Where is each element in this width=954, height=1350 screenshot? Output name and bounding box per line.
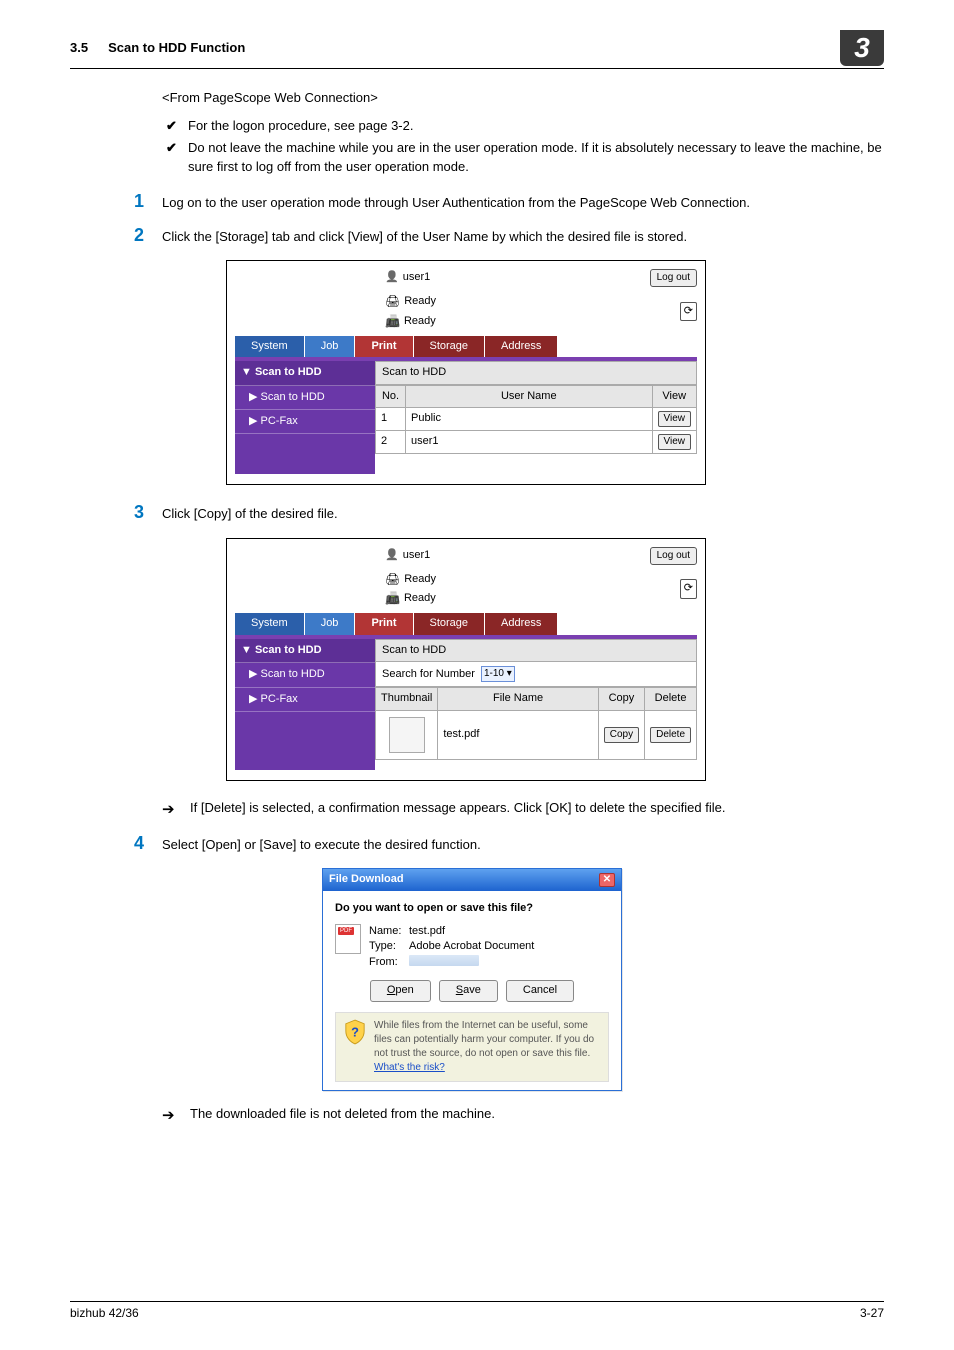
user-icon bbox=[385, 548, 399, 563]
col-filename: File Name bbox=[438, 688, 598, 710]
label-from: From: bbox=[369, 955, 409, 970]
copy-button[interactable]: Copy bbox=[604, 727, 639, 743]
view-button[interactable]: View bbox=[658, 411, 692, 427]
printer-icon bbox=[385, 571, 400, 588]
step-number: 1 bbox=[134, 192, 162, 212]
sidebar-head-scan[interactable]: ▼ Scan to HDD bbox=[235, 639, 375, 663]
step-text: Log on to the user operation mode throug… bbox=[162, 192, 884, 212]
printer-icon bbox=[385, 293, 400, 310]
delete-button[interactable]: Delete bbox=[650, 727, 691, 743]
step-number: 3 bbox=[134, 503, 162, 523]
checkmark-icon: ✔ bbox=[166, 117, 188, 135]
pdf-file-icon bbox=[335, 924, 361, 954]
step-text: Click [Copy] of the desired file. bbox=[162, 503, 884, 523]
col-copy: Copy bbox=[598, 688, 644, 710]
user-icon bbox=[385, 270, 399, 285]
tab-job[interactable]: Job bbox=[305, 613, 356, 634]
col-view: View bbox=[652, 385, 697, 407]
checkmark-icon: ✔ bbox=[166, 139, 188, 175]
table-row: test.pdf Copy Delete bbox=[376, 710, 697, 759]
shield-warning-icon: ? bbox=[344, 1019, 366, 1045]
sidebar-item-scan[interactable]: ▶ Scan to HDD bbox=[235, 663, 375, 687]
value-type: Adobe Acrobat Document bbox=[409, 939, 534, 954]
footer-product: bizhub 42/36 bbox=[70, 1305, 139, 1322]
users-table: No. User Name View 1 Public View 2 bbox=[375, 385, 697, 454]
tab-system[interactable]: System bbox=[235, 336, 305, 357]
cancel-button[interactable]: Cancel bbox=[506, 980, 574, 1001]
tab-storage[interactable]: Storage bbox=[414, 613, 486, 634]
search-range-select[interactable]: 1-10 ▾ bbox=[481, 666, 515, 682]
panel-title: Scan to HDD bbox=[375, 361, 697, 384]
file-download-dialog: File Download ✕ Do you want to open or s… bbox=[322, 868, 622, 1090]
files-table: Thumbnail File Name Copy Delete test.pdf… bbox=[375, 687, 697, 759]
step-number: 4 bbox=[134, 834, 162, 854]
section-title: Scan to HDD Function bbox=[108, 39, 245, 57]
col-thumbnail: Thumbnail bbox=[376, 688, 438, 710]
chapter-badge: 3 bbox=[840, 30, 884, 66]
arrow-icon: ➔ bbox=[162, 1105, 190, 1126]
sidebar-item-pcfax[interactable]: ▶ PC-Fax bbox=[235, 688, 375, 712]
note-text: Do not leave the machine while you are i… bbox=[188, 139, 884, 175]
tab-address[interactable]: Address bbox=[485, 336, 558, 357]
tab-print[interactable]: Print bbox=[355, 336, 413, 357]
value-from-redacted bbox=[409, 955, 479, 966]
arrow-icon: ➔ bbox=[162, 799, 190, 820]
table-row: 1 Public View bbox=[376, 408, 697, 431]
subheading: <From PageScope Web Connection> bbox=[162, 89, 884, 107]
status-text: Ready bbox=[404, 294, 436, 309]
table-row: 2 user1 View bbox=[376, 431, 697, 454]
status-text: Ready bbox=[404, 572, 436, 587]
tab-print[interactable]: Print bbox=[355, 613, 413, 634]
close-icon[interactable]: ✕ bbox=[599, 873, 615, 887]
sidebar-item-pcfax[interactable]: ▶ PC-Fax bbox=[235, 410, 375, 434]
note-text: If [Delete] is selected, a confirmation … bbox=[190, 799, 725, 820]
tab-system[interactable]: System bbox=[235, 613, 305, 634]
current-user: user1 bbox=[403, 548, 431, 563]
value-name: test.pdf bbox=[409, 924, 445, 939]
file-thumbnail bbox=[389, 717, 425, 753]
col-username: User Name bbox=[406, 385, 653, 407]
section-number: 3.5 bbox=[70, 39, 88, 57]
screenshot-storage-files: user1 Log out Ready Ready ⟳ System Job P… bbox=[226, 538, 706, 781]
view-button[interactable]: View bbox=[658, 434, 692, 450]
tab-storage[interactable]: Storage bbox=[414, 336, 486, 357]
col-no: No. bbox=[376, 385, 406, 407]
tab-address[interactable]: Address bbox=[485, 613, 558, 634]
note-text: For the logon procedure, see page 3-2. bbox=[188, 117, 413, 135]
footer-page: 3-27 bbox=[860, 1305, 884, 1322]
col-delete: Delete bbox=[645, 688, 697, 710]
open-button[interactable]: Open bbox=[370, 980, 431, 1001]
panel-title: Scan to HDD bbox=[375, 639, 697, 662]
file-name: test.pdf bbox=[438, 710, 598, 759]
scanner-icon bbox=[385, 313, 400, 330]
tab-job[interactable]: Job bbox=[305, 336, 356, 357]
scanner-icon bbox=[385, 590, 400, 607]
dialog-question: Do you want to open or save this file? bbox=[335, 901, 609, 916]
current-user: user1 bbox=[403, 270, 431, 285]
whats-the-risk-link[interactable]: What's the risk? bbox=[374, 1062, 445, 1073]
step-text: Select [Open] or [Save] to execute the d… bbox=[162, 834, 884, 854]
label-name: Name: bbox=[369, 924, 409, 939]
step-text: Click the [Storage] tab and click [View]… bbox=[162, 226, 884, 246]
sidebar-item-scan[interactable]: ▶ Scan to HDD bbox=[235, 386, 375, 410]
sidebar-head-scan[interactable]: ▼ Scan to HDD bbox=[235, 361, 375, 385]
note-text: The downloaded file is not deleted from … bbox=[190, 1105, 495, 1126]
status-text: Ready bbox=[404, 314, 436, 329]
dialog-title: File Download bbox=[329, 872, 404, 887]
search-label: Search for Number bbox=[382, 667, 475, 682]
save-button[interactable]: Save bbox=[439, 980, 498, 1001]
screenshot-storage-users: user1 Log out Ready Ready ⟳ System Job P… bbox=[226, 260, 706, 485]
label-type: Type: bbox=[369, 939, 409, 954]
logout-button[interactable]: Log out bbox=[650, 547, 697, 565]
status-text: Ready bbox=[404, 591, 436, 606]
svg-text:?: ? bbox=[351, 1024, 359, 1039]
logout-button[interactable]: Log out bbox=[650, 269, 697, 287]
warning-text: While files from the Internet can be use… bbox=[374, 1020, 594, 1059]
step-number: 2 bbox=[134, 226, 162, 246]
